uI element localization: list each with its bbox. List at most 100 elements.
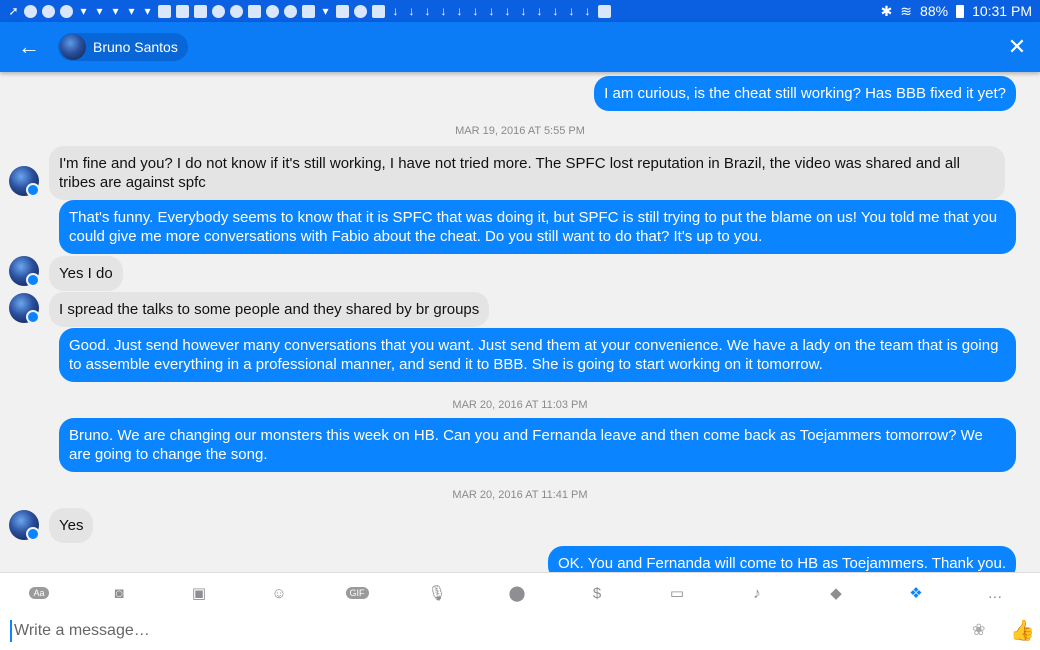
download-icon: ↓ (392, 3, 399, 18)
avatar (9, 510, 40, 541)
camera-button[interactable]: ◙ (109, 583, 129, 603)
signal-arrow-icon: ➚ (8, 3, 19, 18)
clock: 10:31 PM (972, 3, 1032, 19)
contact-name: Bruno Santos (93, 39, 178, 55)
timestamp: MAR 19, 2016 AT 5:55 PM (455, 125, 585, 137)
twitter-icon: ▾ (144, 3, 151, 18)
download-icon: ↓ (408, 3, 415, 18)
avatar (60, 34, 86, 60)
gif-button[interactable]: GIF (345, 583, 369, 603)
notification-icons: ➚ ▾ ▾ ▾ ▾ ▾ ▾ ↓ ↓ ↓ ↓ ↓ ↓ ↓ ↓ ↓ ↓ ↓ ↓ ↓ (8, 3, 611, 18)
gallery-button[interactable]: ▣ (189, 583, 209, 603)
message-outgoing: Bruno. We are changing our monsters this… (59, 418, 1016, 472)
app-icon (354, 4, 367, 18)
battery-percent: 88% (920, 3, 949, 19)
twitter-icon: ▾ (322, 3, 329, 18)
message-incoming: Yes (49, 508, 94, 543)
text-format-button[interactable]: Aa (29, 583, 49, 603)
emoji-button[interactable]: ☺ (269, 583, 289, 603)
avatar (9, 256, 40, 287)
message-incoming: I spread the talks to some people and th… (49, 292, 490, 327)
microphone-button[interactable]: 🎙 (427, 583, 447, 603)
messenger-icon (266, 4, 279, 18)
message-input[interactable] (10, 620, 910, 642)
like-button[interactable]: 👍 (1010, 618, 1035, 643)
emoji-icon: ☺ (271, 584, 287, 602)
download-icon: ↓ (504, 3, 511, 18)
location-icon: ⬤ (508, 585, 526, 602)
app-icon (284, 4, 297, 18)
close-icon: ✕ (1007, 34, 1027, 59)
game-controller-icon: ◆ (830, 585, 842, 602)
dropbox-icon: ❖ (909, 585, 923, 602)
dropbox-button[interactable]: ❖ (906, 583, 926, 603)
microphone-icon: 🎙 (427, 585, 447, 602)
location-button[interactable]: ⬤ (507, 583, 527, 603)
app-icon (248, 4, 261, 18)
message-list[interactable]: I am curious, is the cheat still working… (0, 72, 1040, 572)
app-icon (372, 4, 385, 18)
download-icon: ↓ (568, 3, 575, 18)
sticker-button[interactable]: ❀ (972, 620, 985, 640)
app-icon (212, 4, 225, 18)
gallery-icon: ▣ (191, 585, 207, 602)
contact-chip[interactable]: Bruno Santos (58, 33, 188, 61)
message-incoming: Yes I do (49, 256, 123, 291)
payment-button[interactable]: $ (587, 583, 607, 603)
message-outgoing: I am curious, is the cheat still working… (594, 76, 1016, 111)
car-button[interactable]: ▭ (667, 583, 687, 603)
composer-toolbar: Aa ◙ ▣ ☺ GIF 🎙 ⬤ $ ▭ ♪ ◆ ❖ … (0, 572, 1040, 612)
message-outgoing: Good. Just send however many conversatio… (59, 328, 1016, 382)
twitter-icon: ▾ (128, 3, 135, 18)
message-incoming: I'm fine and you? I do not know if it's … (49, 146, 1005, 200)
text-format-icon: Aa (29, 587, 49, 599)
download-icon: ↓ (456, 3, 463, 18)
payment-icon: $ (592, 584, 602, 602)
camera-icon (598, 4, 611, 18)
twitter-icon: ▾ (80, 3, 87, 18)
app-icon (60, 4, 73, 18)
conversation-header: ← Bruno Santos ✕ (0, 22, 1040, 72)
game-controller-button[interactable]: ◆ (826, 583, 846, 603)
app-icon (24, 4, 37, 18)
timestamp: MAR 20, 2016 AT 11:03 PM (452, 399, 588, 411)
twitter-icon: ▾ (112, 3, 119, 18)
message-outgoing: That's funny. Everybody seems to know th… (59, 200, 1016, 254)
more-icon: … (987, 584, 1003, 602)
download-icon: ↓ (440, 3, 447, 18)
bell-button[interactable]: ♪ (747, 583, 767, 603)
avatar (9, 293, 40, 324)
more-button[interactable]: … (985, 583, 1005, 603)
download-icon: ↓ (520, 3, 527, 18)
composer: ❀ 👍 (0, 612, 1040, 650)
arrow-left-icon: ← (18, 34, 40, 59)
twitter-icon: ▾ (96, 3, 103, 18)
status-right: ✱ ≋ 88% 10:31 PM (881, 3, 1032, 20)
app-icon (42, 4, 55, 18)
battery-icon (956, 4, 965, 18)
download-icon: ↓ (536, 3, 543, 18)
back-button[interactable]: ← (0, 22, 58, 72)
app-icon (230, 4, 243, 18)
wifi-icon: ≋ (900, 2, 913, 19)
car-icon: ▭ (669, 585, 685, 602)
message-outgoing: OK. You and Fernanda will come to HB as … (547, 546, 1016, 572)
bell-icon: ♪ (753, 584, 761, 602)
app-icon (194, 4, 207, 18)
close-button[interactable]: ✕ (994, 22, 1040, 72)
camera-icon: ◙ (114, 584, 124, 602)
download-icon: ↓ (552, 3, 559, 18)
download-icon: ↓ (584, 3, 591, 18)
download-icon: ↓ (424, 3, 431, 18)
mail-icon (158, 4, 171, 18)
timestamp: MAR 20, 2016 AT 11:41 PM (452, 489, 588, 501)
image-icon (176, 4, 189, 18)
avatar (9, 166, 40, 197)
app-icon (336, 4, 349, 18)
status-bar: ➚ ▾ ▾ ▾ ▾ ▾ ▾ ↓ ↓ ↓ ↓ ↓ ↓ ↓ ↓ ↓ ↓ ↓ ↓ ↓ (0, 0, 1040, 22)
download-icon: ↓ (472, 3, 479, 18)
gif-icon: GIF (345, 587, 369, 599)
bluetooth-icon: ✱ (880, 2, 893, 19)
download-icon: ↓ (488, 3, 495, 18)
app-icon (302, 4, 315, 18)
